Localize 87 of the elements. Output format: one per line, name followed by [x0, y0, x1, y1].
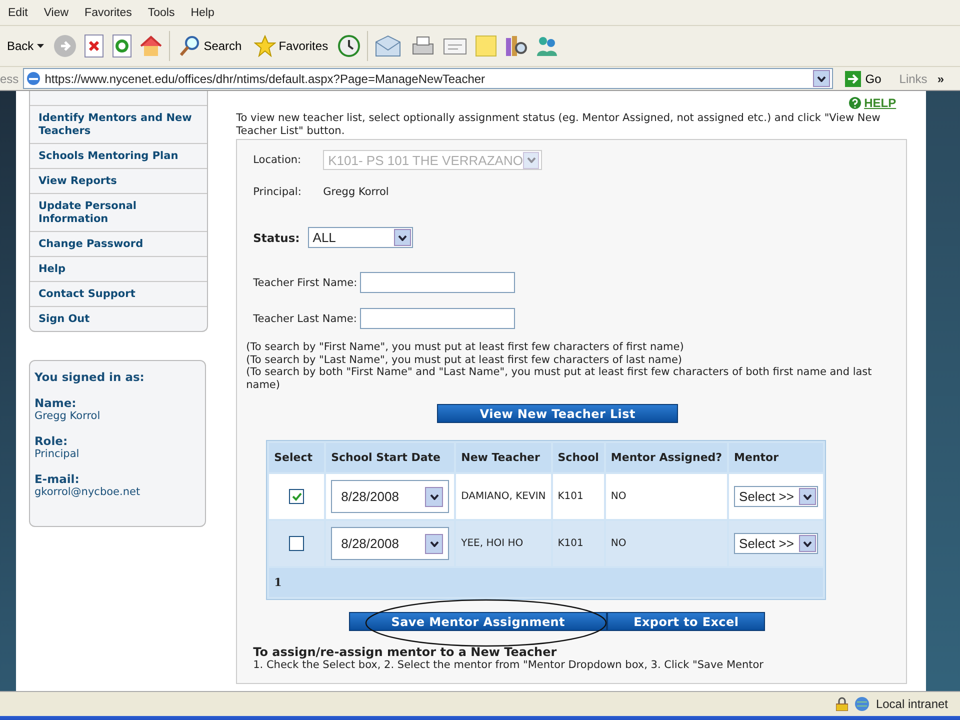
nav-link[interactable]: Contact Support: [30, 281, 208, 306]
select-checkbox[interactable]: [289, 536, 304, 551]
menu-item[interactable]: Tools: [140, 6, 183, 18]
status-select[interactable]: ALL: [308, 227, 413, 248]
mentor-select[interactable]: Select >>: [734, 486, 818, 507]
status-label: Status:: [253, 230, 300, 244]
nav-link[interactable]: Sign Out: [30, 306, 208, 331]
teacher-cell: DAMIANO, KEVIN: [456, 474, 551, 519]
caret-icon: [803, 540, 812, 546]
select-checkbox[interactable]: [289, 489, 304, 504]
more-chevron[interactable]: »: [937, 72, 960, 86]
nav-link[interactable]: Schools Mentoring Plan: [30, 143, 208, 168]
school-cell: K101: [552, 521, 604, 566]
address-field[interactable]: https://www.nycenet.edu/offices/dhr/ntims/default.aspx?Page=ManageNewTeacher: [22, 68, 834, 89]
field-label: Role:: [34, 434, 69, 448]
caret-icon: [398, 234, 407, 240]
date-select[interactable]: 8/28/2008: [331, 527, 450, 560]
help-link[interactable]: HELP: [849, 96, 896, 110]
field-value: Gregg Korrol: [34, 410, 102, 422]
search-icon: [178, 35, 201, 57]
mentor-select[interactable]: Select >>: [734, 533, 818, 554]
nav-link[interactable]: Change Password: [30, 231, 208, 256]
export-button[interactable]: Export to Excel: [607, 612, 766, 631]
assigned-cell: NO: [606, 474, 728, 519]
principal-name: Gregg Korrol: [323, 186, 389, 198]
last-name-label: Teacher Last Name:: [253, 312, 357, 324]
back-button[interactable]: Back: [4, 37, 47, 55]
intro-text: To view new teacher list, select optionally assignment status (eg. Mentor Assigned, not assigned etc.) and click "View New Teacher List" button.: [236, 112, 882, 138]
caret-icon: [526, 157, 536, 163]
search-button[interactable]: Search: [176, 33, 245, 59]
menu-item[interactable]: View: [36, 6, 77, 18]
arrow-icon: [845, 70, 862, 86]
field-value: Principal: [34, 448, 80, 460]
caret-icon: [803, 494, 812, 500]
caret-icon: [430, 494, 439, 500]
instructions-title: To assign/re-assign mentor to a New Teacher: [253, 645, 558, 659]
column-header: School: [552, 443, 604, 472]
field-label: E-mail:: [34, 472, 80, 486]
column-header: Mentor Assigned?: [606, 443, 728, 472]
zone-label: Local intranet: [876, 697, 948, 711]
save-button[interactable]: Save Mentor Assignment: [349, 612, 608, 631]
go-button[interactable]: Go: [837, 70, 890, 86]
field-label: Name:: [34, 396, 78, 410]
home-icon[interactable]: [138, 34, 163, 58]
principal-label: Principal:: [253, 186, 302, 198]
caret-icon: [430, 540, 439, 546]
nav-link[interactable]: Help: [30, 256, 208, 281]
caret-icon: [817, 76, 826, 82]
refresh-icon[interactable]: [110, 34, 133, 58]
search-hint: (To search by "Last Name", you must put at least first few characters of last name): [246, 354, 684, 366]
forward-icon[interactable]: [52, 34, 77, 58]
instructions-text: 1. Check the Select box, 2. Select the mentor from "Mentor Dropdown box, 3. Click "Save Mentor: [253, 659, 764, 671]
address-label: ess: [0, 72, 19, 86]
field-value: gkorrol@nycboe.net: [34, 486, 142, 498]
menu-item[interactable]: Help: [182, 6, 222, 18]
date-select[interactable]: 8/28/2008: [331, 480, 450, 513]
column-header: School Start Date: [326, 443, 454, 472]
history-icon[interactable]: [337, 34, 362, 58]
teacher-cell: YEE, HOI HO: [456, 521, 551, 566]
first-name-field[interactable]: [360, 272, 516, 293]
signed-in-title: You signed in as:: [34, 370, 146, 384]
first-name-label: Teacher First Name:: [253, 276, 358, 288]
favorites-button[interactable]: Favorites: [250, 33, 332, 59]
books-icon[interactable]: [504, 34, 528, 58]
star-icon: [254, 35, 276, 57]
menu-item[interactable]: Favorites: [76, 6, 140, 18]
nav-link[interactable]: Update Personal Information: [30, 193, 208, 231]
search-hint: (To search by both "First Name" and "Last Name", you must put at least first few characters of both first name and last name): [246, 366, 873, 391]
stop-icon[interactable]: [82, 34, 105, 58]
help-icon: [849, 97, 862, 109]
search-hint: (To search by "First Name", you must put at least first few characters of first name): [246, 341, 685, 354]
column-header: Select: [269, 443, 324, 472]
column-header: Mentor: [729, 443, 824, 472]
nav-link[interactable]: View Reports: [30, 168, 208, 193]
last-name-field[interactable]: [360, 308, 515, 329]
assigned-cell: NO: [606, 521, 728, 566]
lock-icon: [836, 697, 848, 711]
column-header: New Teacher: [456, 443, 551, 472]
dropdown-arrow-icon: [36, 44, 44, 48]
location-label: Location:: [253, 154, 302, 166]
page-number[interactable]: 1: [274, 576, 282, 589]
page-icon: [26, 71, 41, 86]
globe-icon: [854, 696, 870, 712]
menu-item[interactable]: Edit: [0, 6, 36, 18]
school-cell: K101: [552, 474, 604, 519]
view-list-button[interactable]: View New Teacher List: [437, 404, 678, 423]
nav-link[interactable]: Identify Mentors and New Teachers: [30, 105, 208, 143]
